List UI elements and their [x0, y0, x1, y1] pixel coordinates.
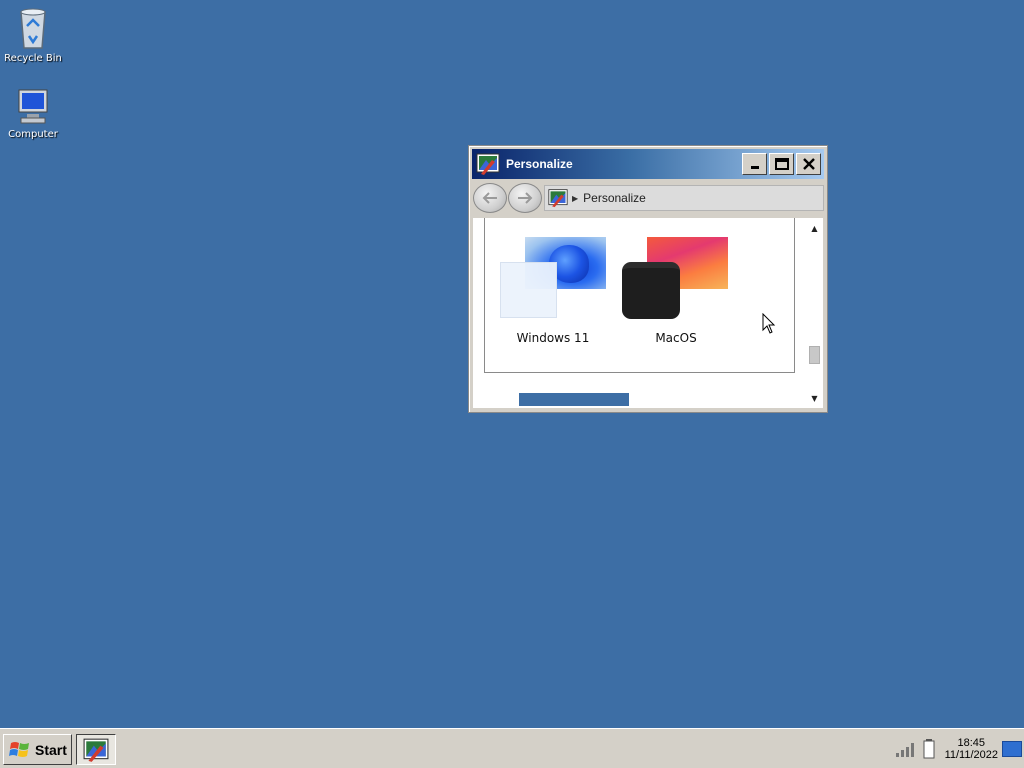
maximize-button[interactable]: [769, 153, 794, 175]
desktop-icon-computer[interactable]: Computer: [0, 86, 66, 140]
vertical-scrollbar[interactable]: ▲ ▼: [806, 218, 823, 408]
theme-label: Windows 11: [516, 331, 590, 345]
theme-label: MacOS: [655, 331, 697, 345]
theme-gallery: Windows 11 MacOS: [484, 218, 795, 373]
taskbar-button-personalize[interactable]: [76, 734, 116, 765]
windows-flag-icon: [9, 741, 29, 757]
show-desktop-button[interactable]: [1002, 741, 1022, 757]
desktop-icon-recycle-bin[interactable]: Recycle Bin: [0, 4, 66, 64]
taskbar: Start 18:45 11/11/2022: [0, 728, 1024, 768]
recycle-bin-icon: [20, 8, 46, 49]
partial-content-bar: [519, 393, 629, 406]
desktop-icon-label: Computer: [8, 129, 58, 140]
address-bar[interactable]: ▶ Personalize: [544, 185, 824, 211]
window-title: Personalize: [506, 157, 573, 171]
theme-macos[interactable]: MacOS: [621, 235, 731, 345]
personalize-icon: [548, 189, 568, 208]
start-button[interactable]: Start: [3, 734, 72, 765]
maximize-icon: [774, 158, 789, 170]
signal-icon[interactable]: [895, 741, 917, 757]
close-icon: [802, 158, 815, 170]
navigation-bar: ▶ Personalize: [472, 182, 824, 214]
back-button[interactable]: [473, 183, 507, 213]
personalize-window: Personalize ▶ Personalize Windows 11 Mac…: [468, 145, 828, 413]
macos-color-tile: [622, 262, 680, 319]
personalize-icon: [476, 153, 500, 175]
desktop-icon-label: Recycle Bin: [4, 53, 62, 64]
mouse-cursor-icon: [762, 313, 776, 334]
breadcrumb-separator-icon[interactable]: ▶: [572, 194, 578, 203]
computer-icon: [18, 89, 48, 124]
scroll-thumb[interactable]: [809, 346, 820, 364]
clock[interactable]: 18:45 11/11/2022: [945, 737, 998, 761]
minimize-button[interactable]: [742, 153, 767, 175]
scroll-down-icon[interactable]: ▼: [806, 390, 823, 406]
clock-time: 18:45: [957, 737, 986, 749]
battery-icon[interactable]: [923, 739, 935, 759]
forward-arrow-icon: [518, 192, 533, 204]
start-label: Start: [35, 741, 67, 758]
minimize-icon: [750, 166, 759, 169]
breadcrumb-personalize[interactable]: Personalize: [583, 191, 646, 205]
theme-windows-11[interactable]: Windows 11: [498, 235, 608, 345]
close-button[interactable]: [796, 153, 821, 175]
scroll-up-icon[interactable]: ▲: [806, 220, 823, 236]
windows-11-color-tile: [500, 262, 557, 318]
title-bar[interactable]: Personalize: [472, 149, 824, 179]
system-tray: 18:45 11/11/2022: [895, 729, 1024, 768]
back-arrow-icon: [482, 192, 497, 204]
forward-button[interactable]: [508, 183, 542, 213]
clock-date: 11/11/2022: [944, 749, 998, 761]
personalize-icon: [83, 738, 109, 762]
